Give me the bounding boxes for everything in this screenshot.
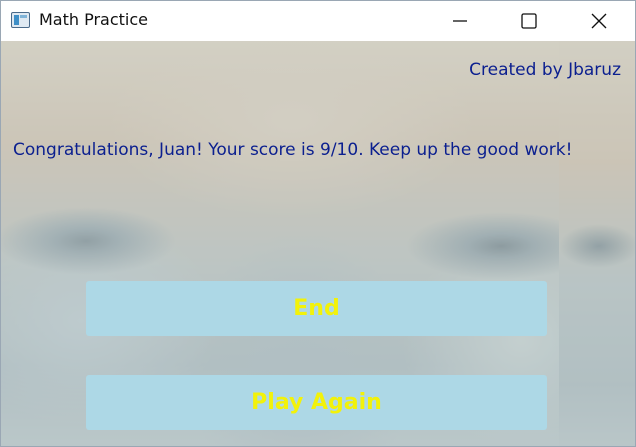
window-title: Math Practice bbox=[39, 10, 149, 29]
minimize-button[interactable] bbox=[437, 1, 483, 41]
minimize-icon bbox=[453, 20, 467, 22]
maximize-icon bbox=[521, 13, 537, 29]
play-again-button[interactable]: Play Again bbox=[86, 375, 547, 430]
app-icon bbox=[11, 12, 30, 28]
maximize-button[interactable] bbox=[506, 1, 552, 41]
app-window: Math Practice Created by Jbaruz Congratu… bbox=[0, 0, 636, 447]
end-button[interactable]: End bbox=[86, 281, 547, 336]
close-button[interactable] bbox=[576, 1, 622, 41]
close-icon bbox=[591, 13, 607, 29]
score-message: Congratulations, Juan! Your score is 9/1… bbox=[13, 140, 573, 160]
credit-label: Created by Jbaruz bbox=[469, 60, 621, 80]
content-area: Created by Jbaruz Congratulations, Juan!… bbox=[1, 41, 635, 446]
title-bar[interactable]: Math Practice bbox=[1, 1, 635, 41]
